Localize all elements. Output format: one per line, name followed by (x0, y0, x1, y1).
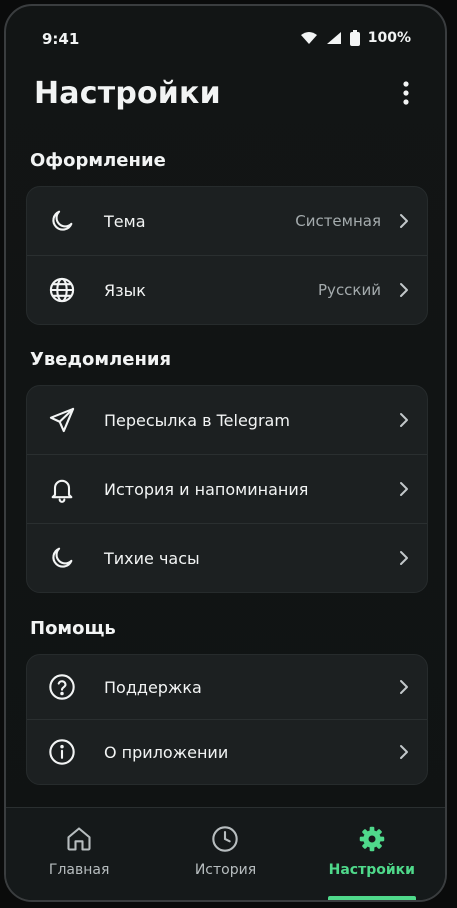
settings-item-language[interactable]: Язык Русский (27, 255, 427, 324)
settings-item-label: История и напоминания (104, 479, 309, 499)
notifications-card: Пересылка в Telegram История и напоминан… (26, 385, 428, 593)
more-options-button[interactable] (389, 78, 423, 112)
nav-item-history[interactable]: История (152, 808, 298, 900)
signal-icon (326, 31, 342, 45)
active-tab-indicator (327, 896, 416, 900)
settings-item-label: Поддержка (104, 677, 202, 697)
chevron-right-icon (395, 282, 411, 298)
settings-item-quiet-hours[interactable]: Тихие часы (27, 523, 427, 592)
section-title-notifications: Уведомления (30, 349, 172, 370)
nav-item-settings[interactable]: Настройки (299, 808, 445, 900)
settings-item-value: Системная (295, 212, 381, 230)
status-bar: 9:41 100% (6, 6, 445, 70)
nav-label: Настройки (328, 862, 415, 878)
settings-item-label: Пересылка в Telegram (104, 410, 290, 430)
settings-item-value: Русский (318, 281, 381, 299)
chevron-right-icon (395, 412, 411, 428)
wifi-icon (300, 31, 318, 45)
settings-item-label: Язык (104, 280, 146, 300)
moon-icon (47, 206, 77, 236)
gear-icon (357, 824, 387, 854)
info-circle-icon (47, 737, 77, 767)
chevron-right-icon (395, 679, 411, 695)
moon-icon (47, 543, 77, 573)
header: Настройки (6, 70, 445, 130)
bell-icon (47, 474, 77, 504)
chevron-right-icon (395, 213, 411, 229)
status-indicators: 100% (300, 30, 411, 46)
status-time: 9:41 (42, 30, 80, 48)
settings-item-theme[interactable]: Тема Системная (27, 187, 427, 255)
chevron-right-icon (395, 481, 411, 497)
globe-icon (47, 275, 77, 305)
phone-frame: 9:41 100% Настройки Оформление Тема Сист… (4, 4, 447, 902)
nav-label: Главная (48, 862, 110, 878)
settings-item-telegram-forwarding[interactable]: Пересылка в Telegram (27, 386, 427, 454)
settings-item-label: О приложении (104, 742, 229, 762)
nav-label: История (194, 862, 257, 878)
clock-icon (210, 824, 240, 854)
chevron-right-icon (395, 744, 411, 760)
more-vertical-icon (403, 81, 409, 109)
settings-item-support[interactable]: Поддержка (27, 655, 427, 719)
help-circle-icon (47, 672, 77, 702)
settings-item-label: Тема (104, 211, 146, 231)
page-title: Настройки (34, 76, 221, 111)
nav-item-home[interactable]: Главная (6, 808, 152, 900)
appearance-card: Тема Системная Язык Русский (26, 186, 428, 325)
send-icon (47, 405, 77, 435)
section-title-help: Помощь (30, 618, 116, 639)
chevron-right-icon (395, 550, 411, 566)
settings-item-about[interactable]: О приложении (27, 719, 427, 784)
battery-icon (349, 30, 360, 46)
help-card: Поддержка О приложении (26, 654, 428, 785)
settings-item-history-reminders[interactable]: История и напоминания (27, 454, 427, 523)
home-icon (64, 824, 94, 854)
section-title-appearance: Оформление (30, 150, 166, 171)
bottom-navigation: Главная История Настройки (6, 807, 445, 900)
settings-item-label: Тихие часы (104, 548, 200, 568)
battery-percent: 100% (367, 30, 411, 46)
